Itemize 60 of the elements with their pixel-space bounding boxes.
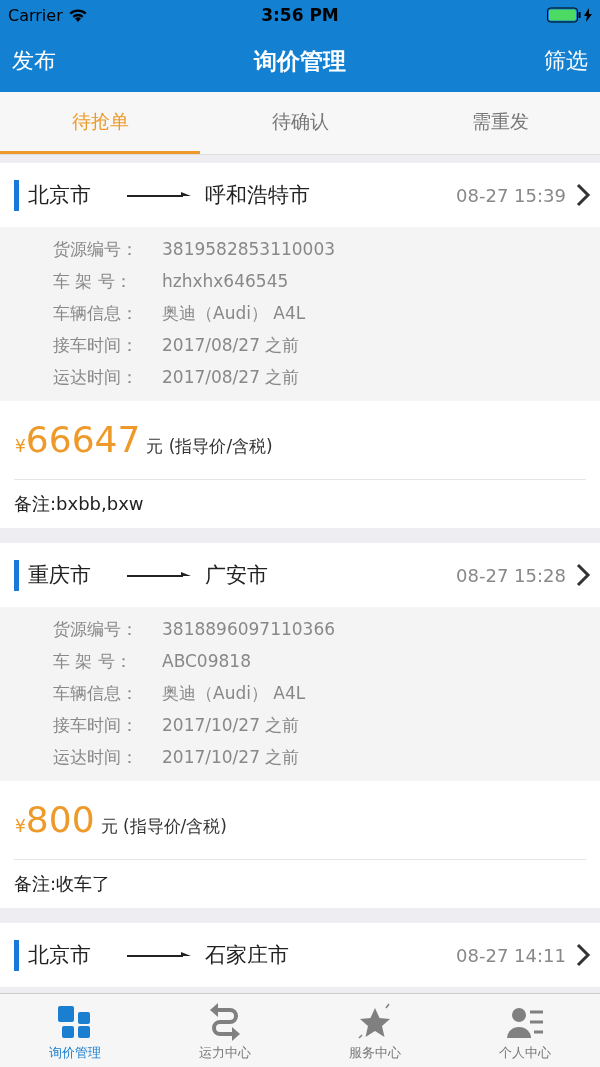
field-label: 运达时间： [52,745,139,769]
field-value: 2017/08/27 之前 [162,365,300,389]
origin-city: 重庆市 [28,562,91,589]
field-label: 车 架 号： [52,649,133,673]
field-label: 接车时间： [52,333,139,357]
origin-city: 北京市 [28,182,91,209]
route-arrow-icon [127,190,191,200]
price-amount: 66647 [25,419,141,460]
field-value: 2017/10/27 之前 [162,745,300,769]
field-label: 车辆信息： [52,681,139,705]
origin-city: 北京市 [28,942,91,969]
field-value: 奥迪（Audi） A4L [162,301,306,325]
carrier-name: Carrier [8,5,63,25]
field-value: 2017/10/27 之前 [162,713,300,737]
price-unit: 元 (指导价/含税) [100,815,227,838]
field-value: 奥迪（Audi） A4L [162,681,306,705]
page-title: 询价管理 [252,46,347,76]
field-label: 车 架 号： [52,269,133,293]
field-value: 2017/08/27 之前 [162,333,300,357]
field-label: 货源编号： [52,617,139,641]
route-arrow-icon [127,950,191,960]
clock-time: 3:56 PM [261,5,339,25]
publish-link[interactable]: 发布 [12,46,56,76]
destination-city: 呼和浩特市 [205,182,310,209]
order-time: 08-27 15:28 [456,564,566,586]
order-note: 备注:收车了 [14,872,111,896]
tab-bar-item[interactable]: 个人中心 [450,994,600,1067]
field-value: 3818896097110366 [162,619,336,639]
price-amount: 800 [25,799,95,840]
field-label: 货源编号： [52,237,139,261]
field-label: 接车时间： [52,713,139,737]
tab-bar-item[interactable]: 询价管理 [0,994,150,1067]
field-value: hzhxhx646545 [162,271,289,291]
order-time: 08-27 15:39 [456,184,566,206]
price-unit: 元 (指导价/含税) [146,435,273,458]
filter-link[interactable]: 筛选 [544,46,588,76]
destination-city: 石家庄市 [205,942,289,969]
tab-bar-item[interactable]: 运力中心 [150,994,300,1067]
wifi-icon [68,8,87,22]
order-card[interactable]: 北京市 石家庄市 08-27 14:11 [0,923,600,987]
battery-icon [547,7,581,23]
currency-sign: ¥ [15,436,26,456]
order-card[interactable]: 重庆市 广安市 08-27 15:28 货源编号： 3818896097110366 车 架 号： ABC09818 车辆信息： 奥迪（Audi） A4L 接车时间： 2017/10/27 之前 运达时间： 2017/10/27 之前 ¥800 元 (指导价/含税) 备注:收车了 [0,543,600,908]
chevron-icon [574,182,592,208]
order-card[interactable]: 北京市 呼和浩特市 08-27 15:39 货源编号： 3819582853110003 车 架 号： hzhxhx646545 车辆信息： 奥迪（Audi） A4L 接车时间： 2017/08/27 之前 运达时间： 2017/08/27 之前 ¥66647 元 (指导价/含税) 备注:bxbb,bxw [0,163,600,528]
tab[interactable]: 需重发 [400,92,600,154]
charging-icon [584,8,592,22]
chevron-icon [574,942,592,968]
route-arrow-icon [127,570,191,580]
tab-bar-item[interactable]: 服务中心 [300,994,450,1067]
destination-city: 广安市 [205,562,268,589]
order-note: 备注:bxbb,bxw [14,492,144,516]
order-time: 08-27 14:11 [456,944,566,966]
tab[interactable]: 待确认 [200,92,400,154]
field-value: ABC09818 [162,651,251,671]
field-label: 运达时间： [52,365,139,389]
field-value: 3819582853110003 [162,239,336,259]
chevron-icon [574,562,592,588]
field-label: 车辆信息： [52,301,139,325]
currency-sign: ¥ [15,816,26,836]
